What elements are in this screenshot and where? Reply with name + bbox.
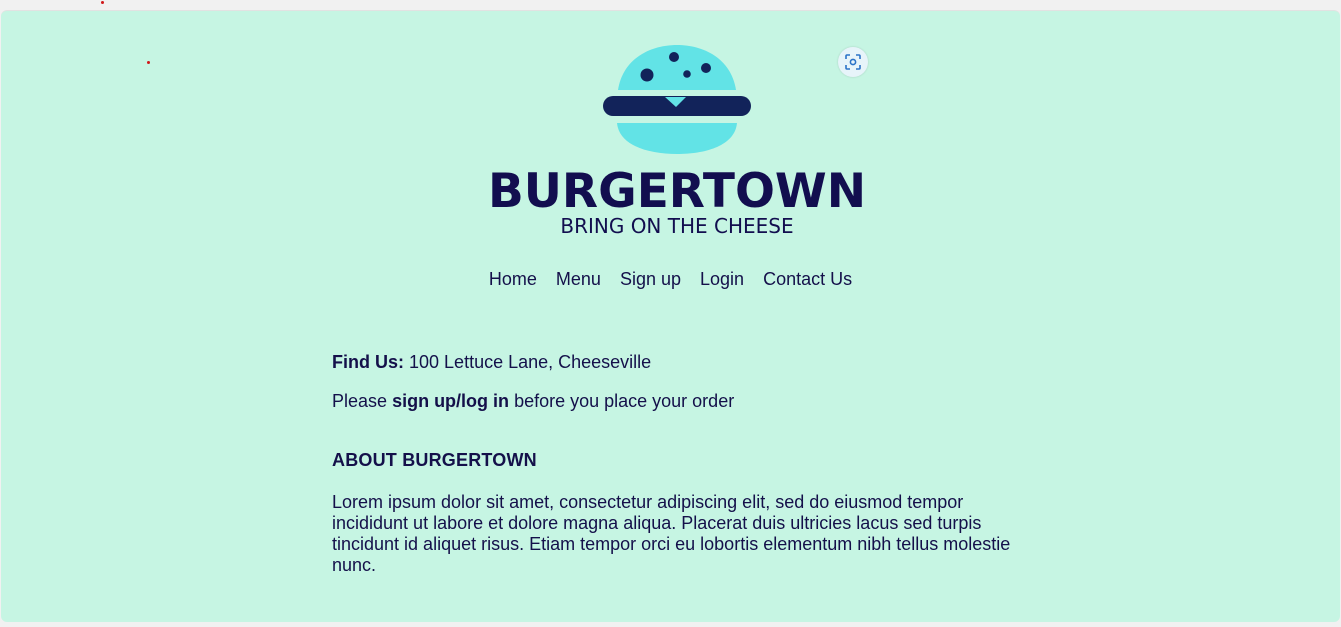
main-nav: Home Menu Sign up Login Contact Us [1,269,1340,289]
about-heading: ABOUT BURGERTOWN [332,450,537,470]
brand-name: BURGERTOWN [489,164,865,219]
find-us-line: Find Us: 100 Lettuce Lane, Cheeseville [332,352,1022,373]
burger-icon [603,45,751,154]
find-us-label: Find Us: [332,352,404,372]
scan-button[interactable] [838,47,868,77]
nav-item-contact-us[interactable]: Contact Us [763,269,852,289]
brand-tagline: BRING ON THE CHEESE [560,214,793,236]
nav-item-login[interactable]: Login [700,269,744,289]
screenshot-scan-icon [845,54,861,70]
signup-login-link[interactable]: sign up/log in [392,391,509,411]
order-notice-suffix: before you place your order [514,391,735,411]
cursor-marker [147,61,150,64]
page-frame: BURGERTOWN BRING ON THE CHEESE Home Menu… [1,10,1340,622]
cursor-marker [101,1,104,4]
order-notice: Please sign up/log in before you place y… [332,391,1022,412]
order-notice-prefix: Please [332,391,388,411]
main-content: Find Us: 100 Lettuce Lane, Cheeseville P… [332,352,1022,576]
burgertown-logo: BURGERTOWN BRING ON THE CHEESE [489,45,865,236]
nav-item-menu[interactable]: Menu [556,269,601,289]
nav-item-home[interactable]: Home [489,269,537,289]
nav-item-sign-up[interactable]: Sign up [620,269,681,289]
find-us-address: 100 Lettuce Lane, Cheeseville [409,352,652,372]
about-body: Lorem ipsum dolor sit amet, consectetur … [332,492,1011,575]
